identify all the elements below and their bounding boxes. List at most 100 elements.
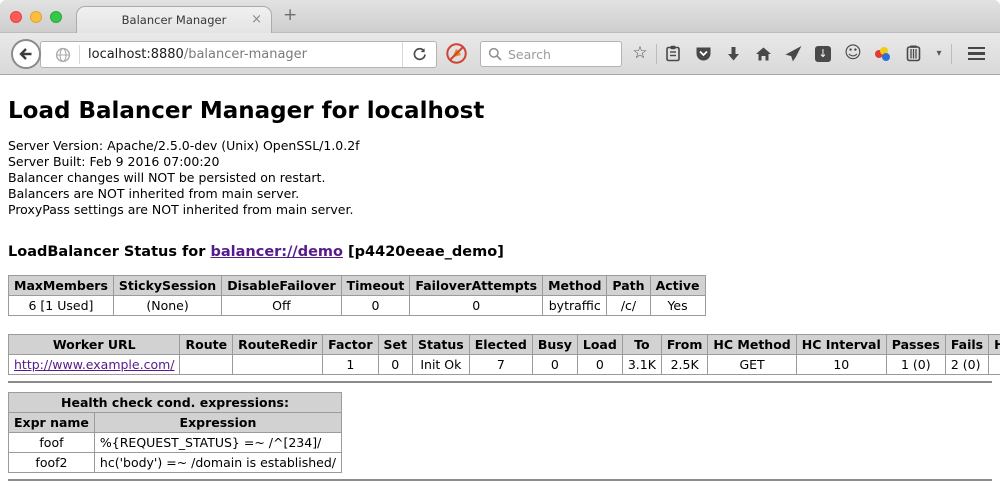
health-check-table: Health check cond. expressions: Expr nam…	[8, 392, 342, 473]
col-routeredir: RouteRedir	[233, 335, 323, 355]
cell-from: 2.5K	[661, 355, 708, 375]
table-header-row: MaxMembers StickySession DisableFailover…	[9, 276, 706, 296]
table-row: http://www.example.com/ 1 0 Init Ok 7 0 …	[9, 355, 1000, 375]
home-icon[interactable]	[753, 46, 773, 62]
col-fails: Fails	[945, 335, 988, 355]
cell-expr-name: foof	[9, 433, 95, 453]
bottom-divider	[8, 479, 992, 481]
col-failoverattempts: FailoverAttempts	[410, 276, 543, 296]
table-row: foof2 hc('body') =~ /domain is establish…	[9, 453, 342, 473]
server-info: Server Version: Apache/2.5.0-dev (Unix) …	[8, 138, 992, 218]
cell-hc-interval: 10	[796, 355, 886, 375]
reload-icon	[412, 47, 427, 62]
cell-hc-method: GET	[708, 355, 796, 375]
cell-hc-uri	[989, 355, 1000, 375]
col-hc-method: HC Method	[708, 335, 796, 355]
zoom-window-button[interactable]	[50, 11, 62, 23]
reload-button[interactable]	[402, 42, 436, 67]
persist-note-line: Balancer changes will NOT be persisted o…	[8, 170, 992, 186]
search-icon	[488, 47, 502, 61]
container-extension-icon[interactable]	[903, 45, 923, 62]
back-arrow-icon	[17, 45, 35, 63]
cell-busy: 0	[532, 355, 577, 375]
bookmarks-menu-icon[interactable]	[663, 45, 683, 62]
col-factor: Factor	[323, 335, 378, 355]
table-title-row: Health check cond. expressions:	[9, 393, 342, 413]
bookmark-star-icon[interactable]: ☆	[630, 45, 650, 62]
site-identity-globe-icon[interactable]	[55, 47, 71, 63]
url-path: /balancer-manager	[184, 47, 307, 62]
col-status: Status	[413, 335, 470, 355]
share-plane-icon[interactable]	[783, 46, 803, 62]
navigation-toolbar: localhost:8880/balancer-manager Search	[0, 33, 1000, 75]
tab-balancer-manager[interactable]: Balancer Manager ×	[76, 6, 272, 33]
worker-table: Worker URL Route RouteRedir Factor Set S…	[8, 334, 1000, 375]
col-set: Set	[378, 335, 412, 355]
cell-set: 0	[378, 355, 412, 375]
downloads-icon[interactable]	[723, 46, 743, 62]
table-row: 6 [1 Used] (None) Off 0 0 bytraffic /c/ …	[9, 296, 706, 316]
col-disablefailover: DisableFailover	[222, 276, 341, 296]
url-divider	[79, 45, 80, 64]
menu-hamburger-icon[interactable]	[966, 47, 986, 61]
proxypass-note-line: ProxyPass settings are NOT inherited fro…	[8, 202, 992, 218]
tab-title: Balancer Manager	[122, 13, 227, 27]
col-route: Route	[180, 335, 233, 355]
cell-path: /c/	[607, 296, 650, 316]
col-expr-name: Expr name	[9, 413, 95, 433]
colordots-extension-icon[interactable]	[873, 47, 893, 61]
cell-stickysession: (None)	[113, 296, 221, 316]
url-text[interactable]: localhost:8880/balancer-manager	[88, 47, 402, 62]
status-suffix: [p4420eeae_demo]	[343, 244, 504, 260]
worker-url-link[interactable]: http://www.example.com/	[14, 357, 174, 372]
col-active: Active	[650, 276, 705, 296]
col-expression: Expression	[94, 413, 341, 433]
tab-close-icon[interactable]: ×	[251, 12, 262, 27]
col-passes: Passes	[886, 335, 945, 355]
minimize-window-button[interactable]	[30, 11, 42, 23]
back-button[interactable]	[11, 39, 41, 69]
cell-failoverattempts: 0	[410, 296, 543, 316]
cell-fails: 2 (0)	[945, 355, 988, 375]
col-maxmembers: MaxMembers	[9, 276, 114, 296]
pocket-icon[interactable]	[693, 46, 713, 62]
browser-window: Balancer Manager × + localhost:8880/bala…	[0, 0, 1000, 491]
balancer-params-table: MaxMembers StickySession DisableFailover…	[8, 275, 706, 316]
page-content: Load Balancer Manager for localhost Serv…	[0, 75, 1000, 491]
col-worker-url: Worker URL	[9, 335, 180, 355]
inherit-note-line: Balancers are NOT inherited from main se…	[8, 186, 992, 202]
smiley-extension-icon[interactable]: ☺	[843, 45, 863, 62]
url-bar[interactable]: localhost:8880/balancer-manager	[40, 41, 437, 68]
server-built-line: Server Built: Feb 9 2016 07:00:20	[8, 154, 992, 170]
col-load: Load	[577, 335, 622, 355]
cell-worker-url: http://www.example.com/	[9, 355, 180, 375]
table-header-row: Worker URL Route RouteRedir Factor Set S…	[9, 335, 1000, 355]
cell-expr-name: foof2	[9, 453, 95, 473]
extension-download-icon[interactable]: ↓	[813, 46, 833, 62]
cell-status: Init Ok	[413, 355, 470, 375]
cell-routeredir	[233, 355, 323, 375]
balancer-demo-link[interactable]: balancer://demo	[210, 244, 343, 260]
col-path: Path	[607, 276, 650, 296]
chevron-down-icon[interactable]: ▾	[933, 49, 945, 59]
new-tab-button[interactable]: +	[283, 5, 297, 25]
plugin-blocked-icon[interactable]	[445, 42, 468, 65]
col-stickysession: StickySession	[113, 276, 221, 296]
close-window-button[interactable]	[10, 11, 22, 23]
section-divider	[8, 381, 992, 383]
col-from: From	[661, 335, 708, 355]
cell-to: 3.1K	[622, 355, 661, 375]
col-hc-interval: HC Interval	[796, 335, 886, 355]
cell-method: bytraffic	[543, 296, 607, 316]
table-row: foof %{REQUEST_STATUS} =~ /^[234]/	[9, 433, 342, 453]
cell-load: 0	[577, 355, 622, 375]
cell-factor: 1	[323, 355, 378, 375]
server-version-line: Server Version: Apache/2.5.0-dev (Unix) …	[8, 138, 992, 154]
cell-disablefailover: Off	[222, 296, 341, 316]
cell-passes: 1 (0)	[886, 355, 945, 375]
search-bar[interactable]: Search	[480, 41, 622, 67]
url-host: localhost:8880	[88, 47, 184, 62]
cell-elected: 7	[469, 355, 532, 375]
search-placeholder: Search	[508, 47, 551, 62]
table-header-row: Expr name Expression	[9, 413, 342, 433]
